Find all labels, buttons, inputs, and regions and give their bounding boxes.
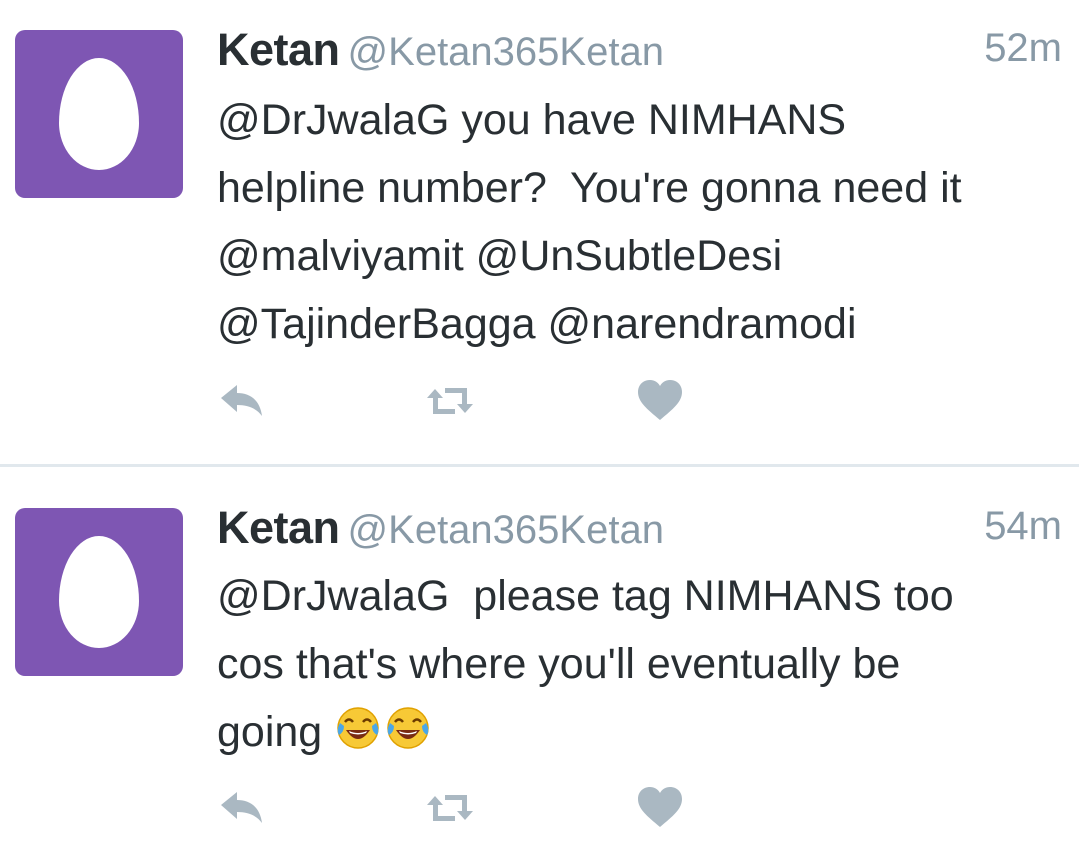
like-icon[interactable] — [635, 783, 685, 833]
tweet-divider — [0, 464, 1079, 467]
like-icon[interactable] — [635, 376, 685, 426]
reply-icon[interactable] — [217, 376, 267, 426]
tweet[interactable]: Ketan @Ketan365Ketan 52m @DrJwalaG you ha… — [0, 0, 1079, 465]
retweet-icon[interactable] — [425, 783, 475, 833]
tweet[interactable]: Ketan @Ketan365Ketan 54m @DrJwalaG please… — [0, 468, 1079, 849]
tweet-text-line: going — [217, 698, 1067, 766]
tweet-header: Ketan @Ketan365Ketan 54m — [217, 502, 1062, 562]
egg-icon — [59, 536, 139, 648]
tweet-text: @DrJwalaG please tag NIMHANS too cos tha… — [217, 562, 1067, 766]
timestamp[interactable]: 52m — [984, 26, 1062, 71]
tweet-actions — [217, 376, 697, 426]
tweet-text-word: going — [217, 708, 323, 756]
avatar[interactable] — [15, 30, 183, 198]
author-handle[interactable]: @Ketan365Ketan — [348, 30, 664, 74]
tweet-text-line: @DrJwalaG you have NIMHANS — [217, 96, 847, 144]
tweet-text-line: cos that's where you'll eventually be — [217, 640, 901, 688]
face-with-tears-of-joy-icon — [337, 707, 379, 749]
author-handle[interactable]: @Ketan365Ketan — [348, 508, 664, 552]
tweet-text-line: @TajinderBagga @narendramodi — [217, 300, 857, 348]
egg-icon — [59, 58, 139, 170]
reply-icon[interactable] — [217, 783, 267, 833]
avatar[interactable] — [15, 508, 183, 676]
timestamp[interactable]: 54m — [984, 504, 1062, 549]
tweet-header: Ketan @Ketan365Ketan 52m — [217, 24, 1062, 84]
face-with-tears-of-joy-icon — [387, 707, 429, 749]
tweet-actions — [217, 783, 697, 833]
author-name[interactable]: Ketan — [217, 502, 340, 553]
tweet-text-line: @malviyamit @UnSubtleDesi — [217, 232, 783, 280]
tweet-text-line: helpline number? You're gonna need it — [217, 164, 962, 212]
author-name[interactable]: Ketan — [217, 24, 340, 75]
tweet-text-line: @DrJwalaG please tag NIMHANS too — [217, 572, 954, 620]
retweet-icon[interactable] — [425, 376, 475, 426]
tweet-text: @DrJwalaG you have NIMHANS helpline numb… — [217, 86, 1067, 358]
